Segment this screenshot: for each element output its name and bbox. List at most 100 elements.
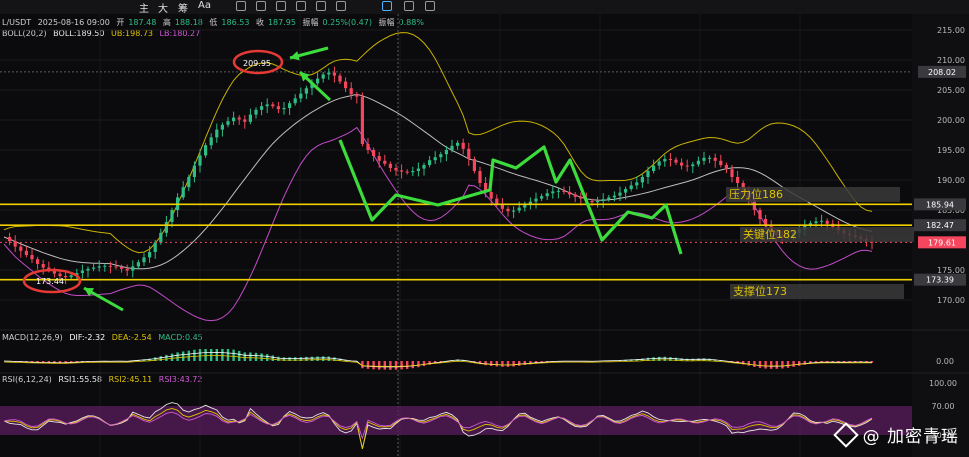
price-chart[interactable]: 215.00 210.00 205.00 200.00 195.00 190.00 185.… bbox=[0, 0, 969, 457]
candle-body bbox=[685, 165, 689, 167]
candle-body bbox=[646, 171, 650, 177]
macd-bar bbox=[327, 356, 330, 361]
candle-body bbox=[19, 246, 23, 251]
candle-body bbox=[304, 88, 308, 94]
macd-bar bbox=[422, 361, 426, 367]
candle-body bbox=[674, 159, 678, 163]
macd-bar bbox=[753, 361, 756, 367]
candle-body bbox=[243, 119, 247, 122]
candle-body bbox=[405, 171, 409, 173]
y-tick-label: 170.00 bbox=[937, 296, 965, 305]
candle-body bbox=[400, 170, 404, 172]
candle-body bbox=[562, 190, 566, 192]
candle-body bbox=[92, 267, 96, 269]
candle-body bbox=[433, 157, 437, 161]
candle-body bbox=[736, 177, 740, 183]
macd-bar bbox=[764, 361, 767, 369]
candle-body bbox=[181, 187, 185, 198]
candle-body bbox=[439, 154, 443, 158]
macd-bar bbox=[512, 361, 515, 367]
candle-body bbox=[153, 242, 157, 252]
candle-body bbox=[596, 201, 600, 203]
macd-bar bbox=[271, 355, 274, 361]
candle-body bbox=[187, 177, 191, 188]
candle-body bbox=[814, 221, 818, 224]
candle-body bbox=[125, 268, 129, 271]
candle-body bbox=[629, 185, 633, 189]
macd-bar bbox=[798, 361, 801, 366]
level-price-tag: 173.39 bbox=[926, 276, 954, 285]
macd-bar bbox=[159, 356, 162, 361]
candle-body bbox=[220, 124, 224, 130]
candle-body bbox=[198, 155, 202, 166]
candle-body bbox=[316, 78, 320, 84]
macd-bar bbox=[176, 352, 179, 361]
candle-body bbox=[299, 93, 303, 99]
y-tick-label: 200.00 bbox=[937, 116, 965, 125]
macd-bar bbox=[417, 361, 420, 368]
macd-bar bbox=[243, 352, 246, 361]
macd-bar bbox=[226, 349, 230, 361]
candle-body bbox=[624, 189, 628, 193]
candle-body bbox=[142, 257, 146, 263]
candles-group bbox=[8, 66, 874, 285]
candle-body bbox=[120, 267, 124, 269]
macd-bar bbox=[266, 354, 269, 361]
macd-bar bbox=[506, 361, 510, 367]
macd-bar bbox=[238, 350, 241, 361]
macd-bar bbox=[658, 356, 661, 361]
candle-body bbox=[618, 192, 622, 196]
candle-body bbox=[136, 262, 140, 267]
macd-bar bbox=[394, 361, 398, 370]
candle-body bbox=[534, 198, 538, 202]
macd-bar bbox=[260, 353, 263, 361]
y-tick-label: 210.00 bbox=[937, 56, 965, 65]
macd-bar bbox=[204, 349, 207, 361]
candle-body bbox=[372, 150, 376, 156]
level-price-tag: 182.47 bbox=[926, 221, 954, 230]
candle-body bbox=[80, 270, 84, 273]
candle-body bbox=[444, 150, 448, 155]
candle-body bbox=[416, 168, 420, 171]
candle-body bbox=[556, 190, 560, 192]
macd-bar bbox=[518, 361, 521, 366]
candle-body bbox=[472, 159, 476, 171]
candle-body bbox=[30, 255, 34, 260]
candle-body bbox=[355, 94, 359, 97]
macd-bar bbox=[170, 353, 174, 361]
macd-bar bbox=[310, 356, 314, 361]
macd-bar bbox=[277, 356, 280, 361]
y-tick-label: 205.00 bbox=[937, 86, 965, 95]
candle-body bbox=[192, 165, 196, 177]
macd-bar bbox=[221, 349, 224, 361]
candle-body bbox=[97, 266, 101, 268]
watermark: @ 加密青瑶 bbox=[832, 422, 959, 448]
candle-body bbox=[159, 232, 163, 243]
candle-body bbox=[349, 88, 353, 95]
candle-body bbox=[388, 163, 392, 168]
macd-bar bbox=[770, 361, 773, 369]
candle-body bbox=[517, 207, 521, 211]
candle-body bbox=[394, 168, 398, 171]
candle-body bbox=[344, 81, 348, 89]
macd-bar bbox=[198, 349, 202, 361]
candle-body bbox=[428, 160, 432, 165]
candle-body bbox=[411, 171, 415, 173]
candle-body bbox=[758, 210, 762, 219]
trend-zigzag bbox=[338, 139, 683, 255]
candle-body bbox=[713, 157, 717, 161]
candle-body bbox=[691, 164, 695, 167]
rsi-tick: 100.00 bbox=[929, 379, 957, 388]
macd-bar bbox=[383, 361, 386, 370]
candle-body bbox=[668, 159, 672, 160]
candle-body bbox=[461, 142, 465, 149]
candle-body bbox=[489, 192, 493, 199]
candle-body bbox=[467, 148, 471, 159]
candle-body bbox=[422, 165, 426, 169]
level-label: 压力位186 bbox=[729, 187, 783, 201]
candle-body bbox=[254, 109, 258, 115]
macd-bar bbox=[411, 361, 414, 369]
candle-body bbox=[696, 160, 700, 165]
candle-body bbox=[657, 161, 661, 166]
candle-body bbox=[730, 169, 734, 177]
